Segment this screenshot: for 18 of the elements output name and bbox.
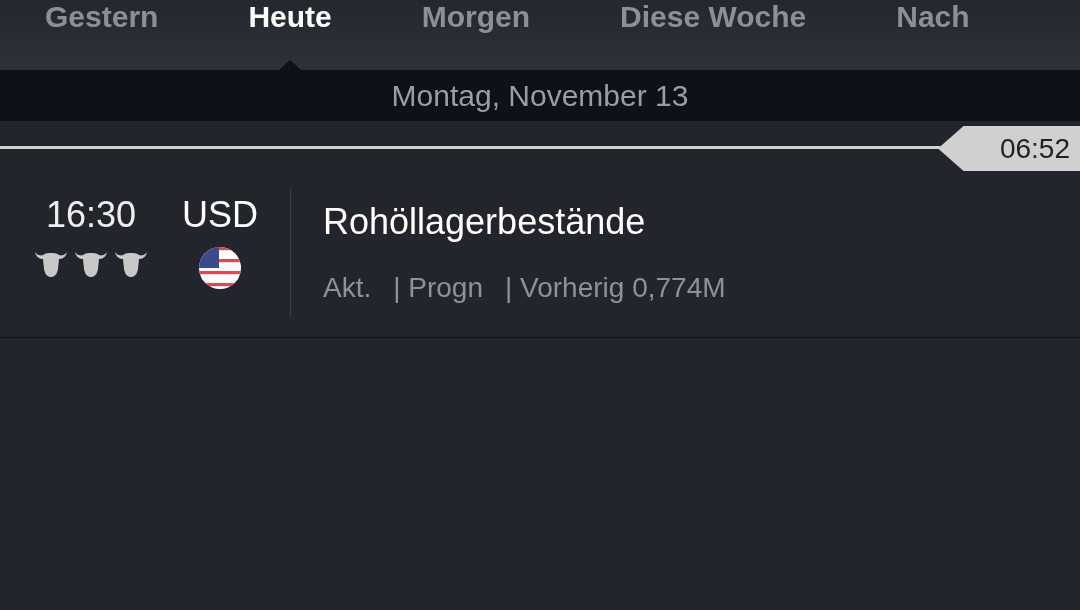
bull-icon <box>114 249 148 277</box>
event-time: 16:30 <box>45 193 137 237</box>
date-header: Montag, November 13 <box>391 78 689 114</box>
event-row[interactable]: 16:30 USD Rohöllagerbestände Akt. | Progn | Vorherig 0,774M <box>0 179 1080 338</box>
tab[interactable]: Diese Woche <box>620 2 807 32</box>
tab[interactable]: Heute <box>248 2 332 32</box>
event-title: Rohöllagerbestände <box>323 200 647 244</box>
event-stat: Akt. <box>323 271 372 305</box>
bull-icon <box>74 249 108 277</box>
currency-code: USD <box>182 193 258 237</box>
event-stat: | Vorherig 0,774M <box>505 271 726 305</box>
bull-icon <box>34 249 68 277</box>
tab[interactable]: Nach <box>896 2 970 32</box>
current-time-label: 06:52 <box>938 126 1080 171</box>
tab[interactable]: Gestern <box>45 2 159 32</box>
event-stat: | Progn <box>393 271 483 305</box>
flag-icon <box>199 247 241 289</box>
tab[interactable]: Morgen <box>421 2 531 32</box>
